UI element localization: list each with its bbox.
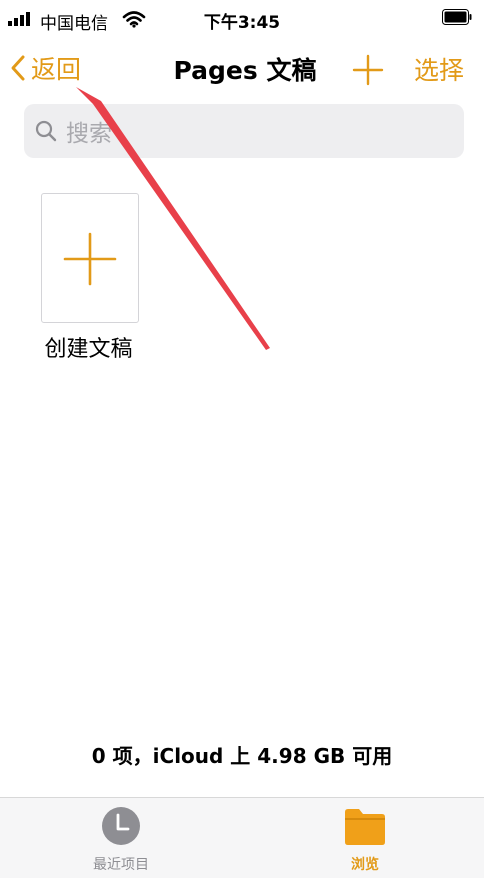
search-placeholder: 搜索	[66, 121, 112, 147]
create-document-tile[interactable]	[41, 193, 139, 323]
tab-recent-label: 最近项目	[93, 857, 149, 873]
tab-browse-label: 浏览	[351, 857, 379, 873]
create-document-label: 创建文稿	[44, 337, 133, 362]
battery-icon	[442, 9, 472, 25]
clock-icon	[102, 807, 140, 845]
storage-info: 0 项，iCloud 上 4.98 GB 可用	[91, 744, 393, 768]
search-icon	[35, 120, 57, 142]
tab-browse[interactable]: 浏览	[305, 806, 425, 874]
select-button[interactable]: 选择	[414, 51, 464, 87]
page-title: Pages 文稿	[173, 56, 317, 85]
tab-recent[interactable]: 最近项目	[61, 806, 181, 874]
plus-icon	[63, 232, 117, 286]
add-icon[interactable]	[350, 52, 386, 88]
navigation-bar: 返回 Pages 文稿 选择	[0, 40, 484, 98]
folder-icon	[345, 809, 385, 845]
tab-bar: 最近项目 浏览	[0, 797, 484, 878]
search-field[interactable]: 搜索	[24, 104, 464, 158]
status-time: 下午3:45	[203, 13, 281, 33]
status-bar: 中国电信 下午3:45	[0, 0, 484, 40]
